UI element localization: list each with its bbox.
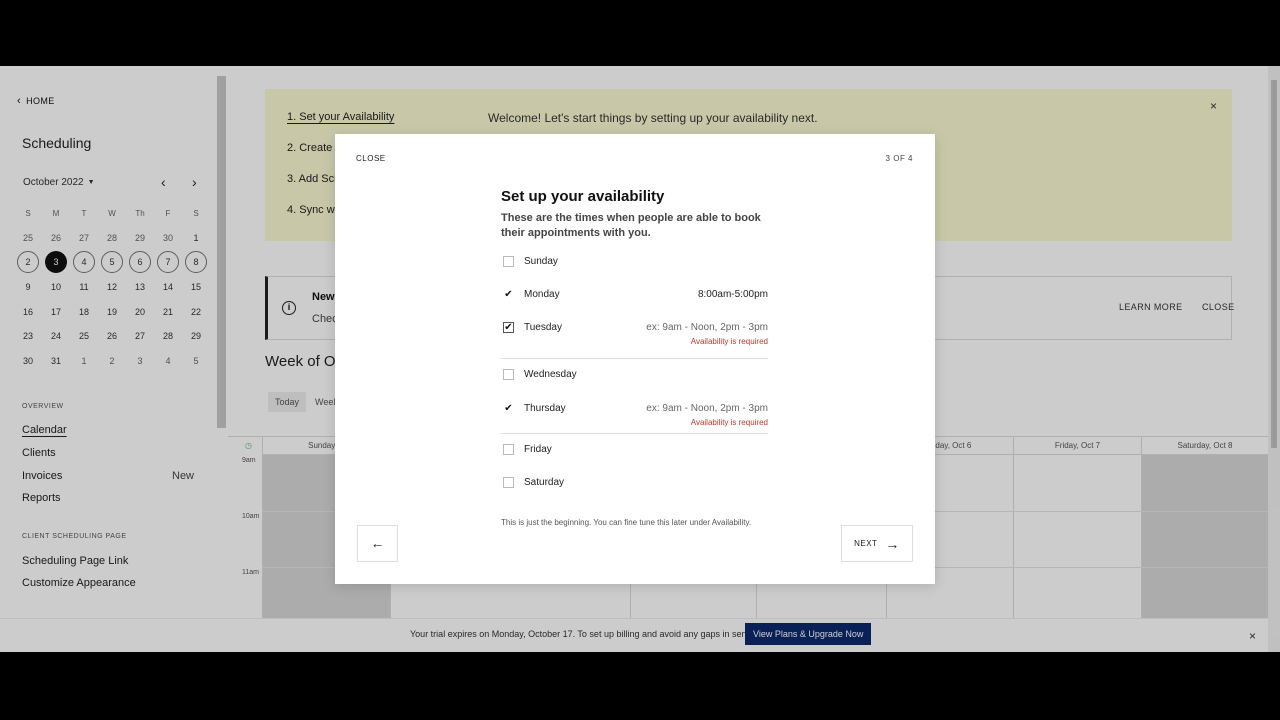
modal-subtitle: These are the times when people are able… — [501, 212, 761, 239]
day-row-monday: ✔ Monday 8:00am-5:00pm — [501, 284, 768, 317]
arrow-right-icon: → — [885, 535, 900, 552]
day-checkbox[interactable] — [503, 477, 514, 488]
check-icon[interactable]: ✔ — [503, 403, 514, 414]
day-checkbox[interactable] — [503, 444, 514, 455]
day-availability-list: Sunday ✔ Monday 8:00am-5:00pm ✔ Tuesday … — [501, 251, 768, 500]
check-icon[interactable]: ✔ — [503, 289, 514, 300]
day-row-wednesday: Wednesday — [501, 359, 768, 392]
hours-input[interactable]: 8:00am-5:00pm — [698, 289, 768, 300]
modal-title: Set up your availability — [501, 188, 665, 205]
day-checkbox[interactable] — [503, 369, 514, 380]
day-label: Friday — [524, 444, 552, 455]
back-button[interactable]: ← — [357, 525, 398, 562]
day-label: Monday — [524, 289, 560, 300]
availability-modal: CLOSE 3 OF 4 Set up your availability Th… — [335, 134, 935, 584]
next-label: NEXT — [854, 539, 878, 548]
availability-error: Availability is required — [690, 418, 768, 427]
hours-input[interactable]: ex: 9am - Noon, 2pm - 3pm — [646, 322, 768, 333]
modal-footnote: This is just the beginning. You can fine… — [501, 518, 752, 527]
day-row-sunday: Sunday — [501, 251, 768, 284]
day-row-saturday: Saturday — [501, 467, 768, 500]
day-label: Saturday — [524, 477, 565, 488]
app-viewport: 1. Set your Availability 2. Create A 3. … — [0, 66, 1280, 652]
day-checkbox[interactable] — [503, 256, 514, 267]
day-label: Wednesday — [524, 369, 577, 380]
modal-overlay[interactable]: CLOSE 3 OF 4 Set up your availability Th… — [0, 66, 1280, 652]
day-row-thursday: ✔ Thursday ex: 9am - Noon, 2pm - 3pm Ava… — [501, 392, 768, 434]
check-icon[interactable]: ✔ — [503, 322, 514, 333]
next-button[interactable]: NEXT → — [841, 525, 913, 562]
day-row-tuesday: ✔ Tuesday ex: 9am - Noon, 2pm - 3pm Avai… — [501, 317, 768, 359]
modal-step-counter: 3 OF 4 — [885, 154, 913, 163]
day-row-friday: Friday — [501, 434, 768, 467]
arrow-left-icon: ← — [370, 535, 385, 551]
modal-close-button[interactable]: CLOSE — [356, 154, 386, 163]
day-label: Sunday — [524, 256, 558, 267]
availability-error: Availability is required — [690, 337, 768, 346]
hours-input[interactable]: ex: 9am - Noon, 2pm - 3pm — [646, 403, 768, 414]
day-label: Thursday — [524, 403, 566, 414]
day-label: Tuesday — [524, 322, 562, 333]
